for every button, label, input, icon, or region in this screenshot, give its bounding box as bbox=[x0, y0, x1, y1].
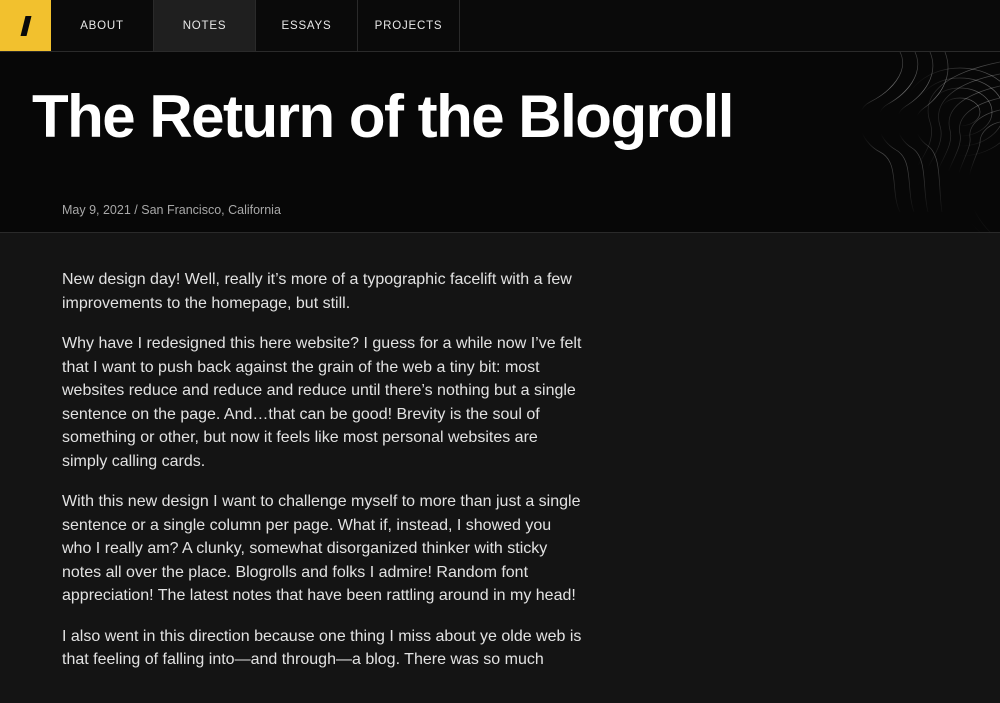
article-paragraph: I also went in this direction because on… bbox=[62, 627, 582, 669]
article-paragraph: With this new design I want to challenge… bbox=[62, 493, 581, 604]
article-body: New design day! Well, really it’s more o… bbox=[62, 268, 582, 689]
article-paragraph: New design day! Well, really it’s more o… bbox=[62, 271, 572, 312]
article-paragraph: Why have I redesigned this here website?… bbox=[62, 335, 582, 470]
post-meta: May 9, 2021 / San Francisco, California bbox=[62, 203, 281, 217]
nav-item-label: NOTES bbox=[182, 19, 227, 32]
nav-item-label: ABOUT bbox=[80, 19, 124, 32]
nav-item-about[interactable]: ABOUT bbox=[51, 0, 154, 51]
nav-item-essays[interactable]: ESSAYS bbox=[256, 0, 358, 51]
nav-item-label: PROJECTS bbox=[374, 19, 443, 32]
topographic-background-art bbox=[858, 52, 1000, 232]
page-title: The Return of the Blogroll bbox=[32, 83, 734, 150]
logo-link[interactable] bbox=[0, 0, 51, 51]
meta-separator: / bbox=[134, 203, 138, 217]
page: ABOUT NOTES ESSAYS PROJECTS The Return o… bbox=[0, 0, 1000, 703]
top-nav: ABOUT NOTES ESSAYS PROJECTS bbox=[0, 0, 1000, 52]
nav-item-notes[interactable]: NOTES bbox=[154, 0, 256, 51]
nav-item-label: ESSAYS bbox=[281, 19, 332, 32]
post-location: San Francisco, California bbox=[141, 203, 281, 217]
post-date: May 9, 2021 bbox=[62, 203, 131, 217]
nav-item-projects[interactable]: PROJECTS bbox=[358, 0, 460, 51]
hero-header: The Return of the Blogroll May 9, 2021 /… bbox=[0, 52, 1000, 233]
slash-logo-icon bbox=[20, 15, 31, 36]
